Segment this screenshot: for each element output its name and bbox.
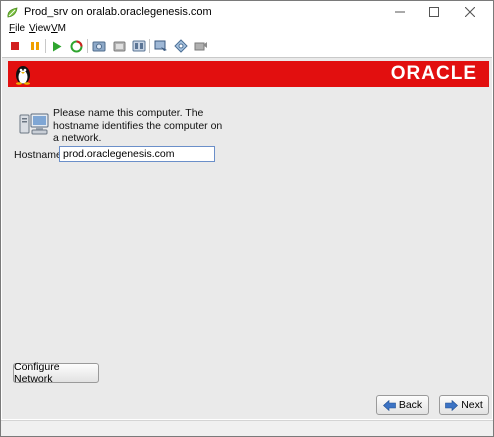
next-button[interactable]: Next — [439, 395, 489, 415]
hostname-instructions: Please name this computer. The hostname … — [53, 107, 223, 144]
status-bar — [1, 420, 493, 436]
reset-icon — [70, 40, 82, 52]
vsphere-client-icon — [7, 7, 18, 18]
configure-network-label: Configure Network — [14, 361, 60, 385]
arrow-left-icon — [382, 399, 396, 411]
snapshot-manager-icon — [132, 40, 146, 52]
installer-banner: ORACLE — [8, 61, 489, 87]
close-button[interactable] — [453, 1, 487, 23]
menu-view[interactable]: View — [29, 23, 51, 34]
console-icon — [154, 40, 167, 51]
vm-console-window: Prod_srv on oralab.oraclegenesis.com Fil… — [0, 0, 494, 437]
manage-snapshots-button[interactable] — [131, 38, 147, 54]
keyboard-icon — [194, 42, 207, 51]
minimize-icon — [395, 11, 405, 13]
edit-settings-button[interactable] — [173, 38, 189, 54]
maximize-icon — [429, 7, 439, 17]
configure-network-button[interactable]: Configure Network — [13, 361, 99, 385]
network-computer-icon — [19, 113, 49, 135]
back-button[interactable]: Back — [376, 395, 429, 415]
next-label: Next — [461, 399, 483, 411]
hostname-label: Hostname: — [14, 149, 65, 161]
revert-icon — [113, 41, 126, 52]
arrow-right-icon — [445, 399, 459, 411]
toolbar — [1, 36, 493, 56]
menu-vm[interactable]: VM — [51, 23, 66, 34]
menu-file[interactable]: File — [9, 23, 25, 34]
snapshot-button[interactable] — [91, 38, 107, 54]
power-on-button[interactable] — [49, 38, 65, 54]
stop-icon — [11, 42, 19, 50]
send-ctrl-alt-del-button[interactable] — [193, 38, 209, 54]
console-button[interactable] — [153, 38, 169, 54]
toolbar-separator — [87, 39, 88, 53]
back-label: Back — [398, 399, 423, 411]
snapshot-icon — [92, 41, 106, 52]
toolbar-separator — [149, 39, 150, 53]
suspend-button[interactable] — [27, 38, 43, 54]
settings-icon — [174, 39, 188, 53]
hostname-input[interactable] — [59, 146, 215, 162]
guest-console-screen[interactable]: ORACLE Please name this computer. The ho… — [2, 57, 492, 419]
minimize-button[interactable] — [383, 1, 417, 23]
pause-icon — [31, 42, 39, 50]
tux-penguin-icon — [16, 66, 30, 85]
play-icon — [53, 41, 62, 51]
reset-button[interactable] — [68, 38, 84, 54]
power-off-button[interactable] — [7, 38, 23, 54]
oracle-logo: ORACLE — [390, 63, 477, 84]
revert-snapshot-button[interactable] — [111, 38, 127, 54]
title-bar: Prod_srv on oralab.oraclegenesis.com — [1, 1, 493, 23]
toolbar-separator — [45, 39, 46, 53]
close-icon — [465, 7, 475, 17]
window-title: Prod_srv on oralab.oraclegenesis.com — [24, 6, 212, 18]
menu-bar: File View VM — [1, 22, 493, 36]
maximize-button[interactable] — [417, 1, 451, 23]
